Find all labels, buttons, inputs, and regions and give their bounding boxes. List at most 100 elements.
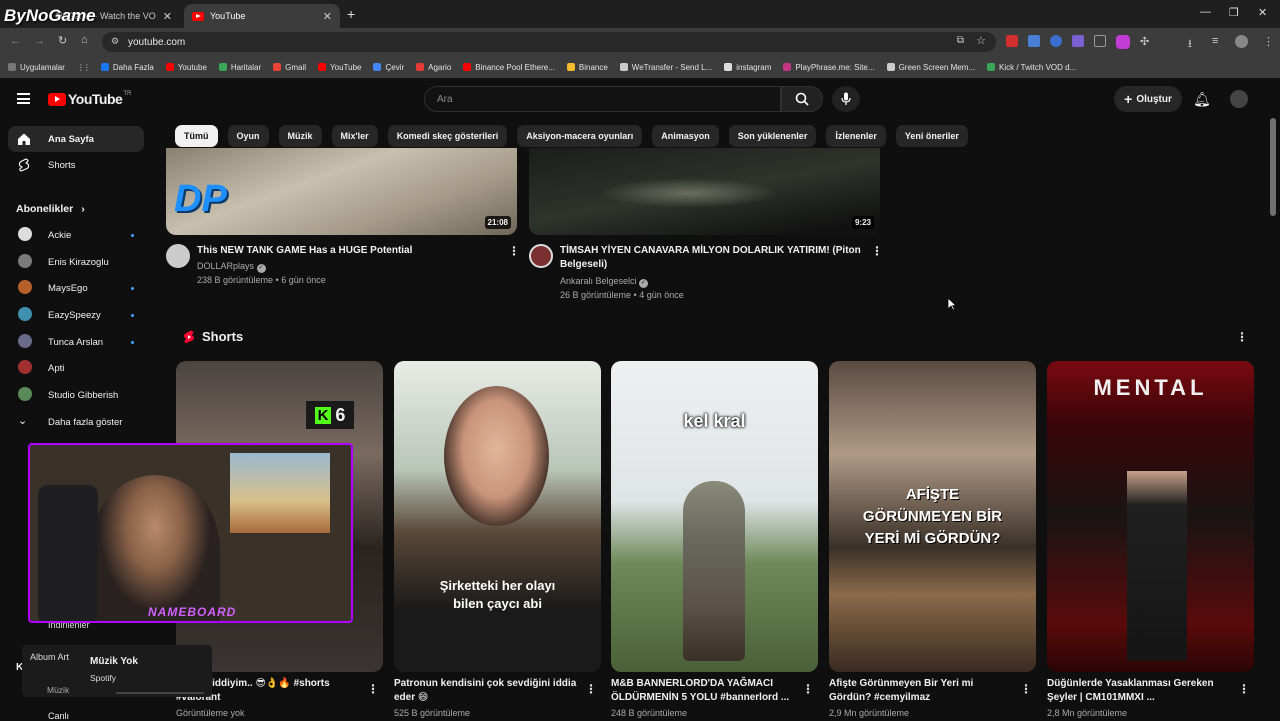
filter-chip[interactable]: Mix'ler [331,125,378,147]
short-thumbnail[interactable]: Şirketteki her olayı bilen çaycı abi [394,361,601,672]
hamburger-menu-icon[interactable] [17,93,30,104]
more-actions-icon[interactable]: ⋮ [585,682,597,696]
install-app-icon[interactable]: ⧉ [957,35,964,46]
channel-name[interactable]: Ankaralı Belgeselci ✓ [560,274,649,288]
bookmark-item[interactable]: WeTransfer - Send L... [619,63,712,72]
short-thumbnail[interactable]: AFİŞTE GÖRÜNMEYEN BİR YERİ Mİ GÖRDÜN? [829,361,1036,672]
more-actions-icon[interactable]: ⋮ [802,682,814,696]
sidebar-item-subscription[interactable]: Apti [8,355,144,381]
bookmark-item[interactable]: Uygulamalar [8,63,65,72]
create-button[interactable]: + Oluştur [1114,86,1182,112]
voice-search-button[interactable] [832,86,860,112]
filter-chip[interactable]: Son yüklenenler [728,125,817,147]
close-window-button[interactable]: ✕ [1258,6,1267,19]
short-title[interactable]: Düğünlerde Yasaklanması Gereken Şeyler | … [1047,677,1232,705]
tab-youtube[interactable]: YouTube ✕ [184,4,340,28]
short-thumbnail[interactable]: kel kral [611,361,818,672]
bookmark-item[interactable]: Çevir [373,63,404,72]
bookmark-item[interactable]: YouTube [318,63,361,72]
reading-list-icon[interactable]: ≡ [1212,35,1218,47]
site-info-icon[interactable]: ⚙ [111,36,119,47]
bookmark-item[interactable]: Green Screen Mem... [886,63,975,72]
bookmark-item[interactable]: Daha Fazla [100,63,154,72]
video-title[interactable]: TİMSAH YİYEN CANAVARA MİLYON DOLARLIK YA… [560,244,870,258]
sidebar-item-subscription[interactable]: Tunca Arslan [8,329,144,355]
bookmark-item[interactable]: Binance Pool Ethere... [463,63,555,72]
filter-chip[interactable]: İzlenenler [826,125,886,147]
extensions-puzzle-icon[interactable]: ✣ [1140,35,1149,49]
extension-b-icon[interactable] [1116,35,1130,49]
youtube-logo[interactable]: YouTube TR [48,91,131,107]
sidebar-item-subscription[interactable]: Enis Kirazoglu [8,249,144,275]
restore-button[interactable]: ❐ [1229,6,1239,19]
extension-image-icon[interactable] [1094,35,1106,47]
bookmark-item[interactable]: Agario [416,63,451,72]
video-title-line2[interactable]: Belgeseli) [560,258,607,272]
filter-chip[interactable]: Animasyon [652,125,719,147]
short-title[interactable]: M&B BANNERLORD'DA YAĞMACI ÖLDÜRMENİN 5 YO… [611,677,796,705]
short-title[interactable]: Patronun kendisini çok sevdiğini iddia ed… [394,677,579,705]
filter-chip[interactable]: Oyun [227,125,269,147]
sidebar-item-shorts[interactable]: Shorts [8,152,144,178]
short-person [683,481,745,661]
profile-avatar[interactable] [1235,35,1248,48]
filter-chip[interactable]: Müzik [278,125,322,147]
avatar[interactable] [529,244,553,268]
bookmark-item[interactable]: instagram [724,63,771,72]
sidebar-item-subscription[interactable]: Ackie [8,222,144,248]
new-tab-button[interactable]: + [347,6,355,22]
more-actions-icon[interactable]: ⋮ [1020,682,1032,696]
download-icon[interactable]: ⭳ [1188,35,1192,54]
short-thumbnail[interactable]: MENTAL [1047,361,1254,672]
sidebar-item-home[interactable]: Ana Sayfa [8,126,144,152]
filter-chip[interactable]: Tümü [175,125,218,147]
avatar[interactable] [166,244,190,268]
more-actions-icon[interactable]: ⋮ [1238,682,1250,696]
sidebar-item-subscription[interactable]: EazySpeezy [8,302,144,328]
search-button[interactable] [781,86,823,112]
account-avatar[interactable] [1230,90,1248,108]
browser-menu-icon[interactable]: ⋮ [1263,35,1274,48]
page-scrollbar[interactable] [1270,118,1276,216]
close-icon[interactable]: ✕ [163,10,172,23]
extension-wave-icon[interactable] [1050,35,1062,47]
webcam-person [90,475,220,621]
minimize-button[interactable]: — [1200,6,1211,18]
back-icon[interactable]: ← [10,35,21,47]
extension-new-icon[interactable] [1006,35,1018,47]
apps-grid-icon[interactable]: ⋮⋮ [77,63,91,72]
filter-chip[interactable]: Aksiyon-macera oyunları [517,125,643,147]
reload-icon[interactable]: ↻ [58,34,67,47]
filter-chip[interactable]: Komedi skeç gösterileri [387,125,508,147]
more-actions-icon[interactable]: ⋮ [508,244,520,258]
bookmark-item[interactable]: Gmail [273,63,306,72]
subscriptions-heading[interactable]: Abonelikler › [16,203,85,215]
shorts-more-icon[interactable]: ⋮ [1236,330,1248,344]
sidebar-item-subscription[interactable]: MaysEgo [8,275,144,301]
video-title[interactable]: This NEW TANK GAME Has a HUGE Potential [197,244,497,258]
bookmark-item[interactable]: Kick / Twitch VOD d... [987,63,1076,72]
sidebar-show-more[interactable]: ⌄ Daha fazla göster [8,409,144,435]
home-icon[interactable]: ⌂ [81,34,88,46]
bookmark-star-icon[interactable]: ☆ [976,34,986,47]
more-actions-icon[interactable]: ⋮ [871,244,883,258]
sidebar-item-subscription[interactable]: Studio Gibberish [8,382,144,408]
address-bar[interactable]: ⚙ youtube.com ⧉ ☆ [102,32,996,52]
forward-icon[interactable]: → [34,35,45,47]
video-thumbnail[interactable]: 9:23 [529,148,880,235]
more-actions-icon[interactable]: ⋮ [367,682,379,696]
bookmark-item[interactable]: Haritalar [218,63,261,72]
short-title[interactable]: Afişte Görünmeyen Bir Yeri mi Gördün? #ce… [829,677,1014,705]
bookmark-item[interactable]: PlayPhrase.me: Site... [783,63,875,72]
channel-name[interactable]: DOLLARplays ✓ [197,259,266,273]
search-input[interactable]: Ara [424,86,781,112]
extension-translate-icon[interactable] [1028,35,1040,47]
notifications-bell-icon[interactable]: 🔔︎ [1193,91,1211,108]
bookmark-item[interactable]: Youtube [165,63,207,72]
bookmark-label: Uygulamalar [20,62,65,72]
close-icon[interactable]: ✕ [323,10,332,23]
extension-pen-icon[interactable] [1072,35,1084,47]
filter-chip[interactable]: Yeni öneriler [895,125,968,147]
video-thumbnail[interactable]: DP 21:08 [166,148,517,235]
bookmark-item[interactable]: Binance [566,63,608,72]
